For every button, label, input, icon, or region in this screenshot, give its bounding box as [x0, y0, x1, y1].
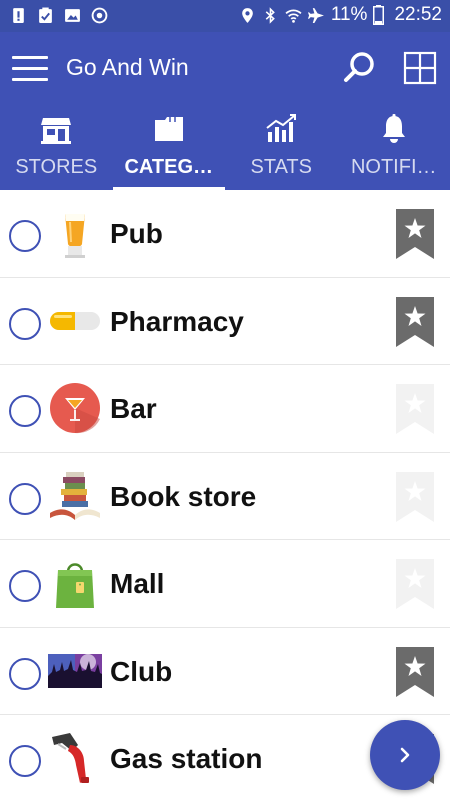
- menu-button[interactable]: [10, 50, 50, 86]
- list-item[interactable]: Book store: [0, 453, 450, 540]
- bookmark-icon[interactable]: [395, 383, 435, 435]
- select-radio[interactable]: [9, 220, 41, 252]
- bell-icon: [382, 114, 405, 143]
- store-icon: [41, 118, 72, 144]
- category-label: Mall: [110, 568, 165, 599]
- fuel-nozzle-icon: [52, 733, 89, 783]
- app-toolbar: Go And Win: [0, 32, 450, 104]
- folder-icon: [154, 117, 183, 141]
- category-label: Book store: [110, 480, 257, 512]
- alert-icon: [13, 8, 24, 23]
- bookmark-icon[interactable]: [395, 558, 435, 610]
- category-label: Pharmacy: [110, 305, 244, 337]
- tab-stats[interactable]: STATS: [225, 104, 338, 190]
- list-item[interactable]: Club: [0, 628, 450, 715]
- cocktail-icon: [50, 383, 100, 434]
- shopping-bag-icon: [56, 563, 94, 608]
- tab-label: STATS: [250, 156, 312, 178]
- battery-percent: 11%: [330, 4, 368, 25]
- wifi-icon: [285, 9, 302, 23]
- next-button[interactable]: [370, 720, 440, 790]
- app-title: Go And Win: [66, 54, 189, 80]
- category-label: Club: [110, 655, 173, 687]
- bookmark-icon[interactable]: [395, 208, 435, 260]
- grid-icon: [403, 51, 437, 85]
- books-icon: [50, 471, 100, 520]
- clipboard-check-icon: [39, 7, 52, 23]
- grid-view-button[interactable]: [400, 48, 440, 88]
- list-item[interactable]: Pharmacy: [0, 278, 450, 365]
- select-radio[interactable]: [9, 395, 41, 427]
- bluetooth-icon: [265, 6, 275, 24]
- pill-icon: [50, 311, 100, 330]
- sync-icon: [91, 7, 108, 24]
- crowd-icon: [48, 653, 102, 688]
- stats-icon: [266, 114, 297, 142]
- search-icon: [344, 52, 374, 82]
- chevron-right-icon: [400, 747, 410, 763]
- tab-label: NOTIFI…: [350, 156, 437, 178]
- status-bar: 11% 22:52: [0, 0, 450, 32]
- image-icon: [65, 9, 80, 22]
- tab-label: STORES: [15, 156, 98, 178]
- category-label: Bar: [110, 393, 157, 424]
- category-label: Gas station: [110, 743, 263, 774]
- select-radio[interactable]: [9, 307, 41, 340]
- tab-bar: STORES CATEG… STATS NOTIFI…: [0, 104, 450, 190]
- list-item[interactable]: Pub: [0, 190, 450, 278]
- category-label: Pub: [110, 218, 163, 249]
- tab-categories[interactable]: CATEG…: [112, 104, 226, 190]
- search-button[interactable]: [340, 48, 380, 88]
- airplane-icon: [307, 7, 324, 23]
- clock: 22:52: [394, 4, 442, 25]
- category-list: Pub Pharmacy Bar Book store Mall Club Ga…: [0, 190, 450, 800]
- location-icon: [242, 7, 253, 23]
- select-radio[interactable]: [9, 570, 41, 602]
- bookmark-icon[interactable]: [395, 646, 435, 698]
- list-item[interactable]: Bar: [0, 365, 450, 453]
- beer-icon: [65, 214, 85, 258]
- tab-label: CATEG…: [124, 156, 213, 178]
- bookmark-icon[interactable]: [395, 296, 435, 348]
- tab-notifications[interactable]: NOTIFI…: [338, 104, 450, 190]
- bookmark-icon[interactable]: [395, 471, 435, 523]
- select-radio[interactable]: [9, 657, 41, 690]
- list-item[interactable]: Mall: [0, 540, 450, 628]
- battery-icon: [373, 5, 385, 25]
- select-radio[interactable]: [9, 482, 41, 515]
- select-radio[interactable]: [9, 745, 41, 777]
- tab-stores[interactable]: STORES: [0, 104, 113, 190]
